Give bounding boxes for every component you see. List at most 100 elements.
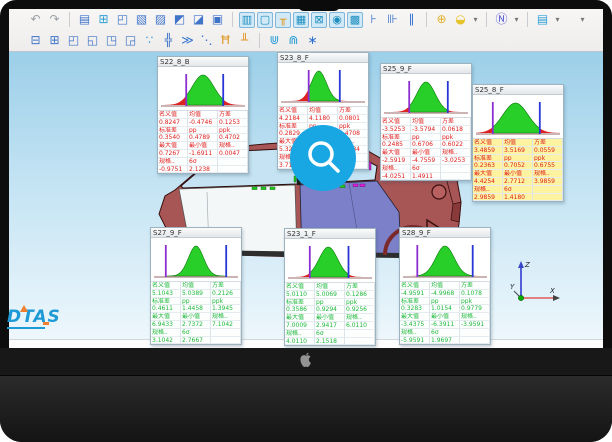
stats-cell: 6σ (315, 330, 345, 338)
edit-doc-icon[interactable]: ◩ (171, 11, 188, 28)
stats-row: -4.9591-4.99680.1078 (400, 290, 490, 298)
stats-cell: 规格.. (400, 329, 430, 337)
view-table-icon[interactable]: ╥ (275, 12, 291, 28)
stats-cell: 名义值 (278, 107, 308, 115)
stats-row: 规格..6σ (151, 329, 241, 337)
view-sphere-icon[interactable]: ◉ (329, 12, 345, 28)
measure-caliper-icon[interactable]: ⊦ (365, 11, 382, 28)
toolbar-separator (486, 12, 487, 27)
stats-cell: -3.0253 (441, 157, 471, 165)
stats-cell: 最大值 (285, 314, 315, 322)
stats-row: 2.98591.4180 (473, 194, 563, 202)
stats-cell: 0.4702 (218, 134, 248, 142)
stats-cell: 均值 (315, 283, 345, 291)
report-template-icon[interactable]: ▤ (534, 11, 551, 28)
callout-panel-S28_9_F[interactable]: S28_9_F名义值均值方差-4.9591-4.99680.1078标准差ppp… (399, 227, 491, 345)
assembly-table-add-icon[interactable]: ⊞ (46, 32, 63, 49)
stats-row: 0.8247-0.47460.1253 (158, 119, 248, 127)
view-viewport-icon[interactable]: ▢ (257, 12, 273, 28)
stats-cell: 均值 (308, 107, 338, 115)
node-star-icon[interactable]: ∗ (304, 32, 321, 49)
cube-pin-icon[interactable]: ◲ (122, 32, 139, 49)
locator-pins-icon[interactable]: ∵ (141, 32, 158, 49)
stats-cell: 方差 (441, 118, 471, 126)
stats-cell: 名义值 (285, 283, 315, 291)
panel-stats-table: 名义值均值方差5.01105.00690.1286标准差ppppk0.35860… (285, 283, 375, 345)
more-dropdown-icon[interactable]: ▾ (578, 11, 587, 28)
toolbar-separator (259, 33, 260, 48)
stats-cell: 名义值 (473, 139, 503, 147)
stats-cell: 1.9697 (430, 337, 460, 345)
height-dimension-icon[interactable]: Ħ (217, 32, 234, 49)
callout-panel-S27_9_F[interactable]: S27_9_F名义值均值方差5.10435.03890.2126标准差ppppk… (150, 227, 242, 345)
vector-segment-icon[interactable]: ⋱ (198, 32, 215, 49)
part-box-colored-icon[interactable]: ◱ (84, 32, 101, 49)
distribution-dropdown-icon[interactable]: ▾ (512, 11, 521, 28)
clamp-fixture-icon[interactable]: ╨ (236, 32, 253, 49)
measure-flag-icon[interactable]: ⊪ (384, 11, 401, 28)
stats-cell: 4.4254 (473, 178, 503, 186)
toolbar-separator (232, 12, 233, 27)
report-chart-icon[interactable]: ▧ (133, 11, 150, 28)
print-doc-icon[interactable]: ▣ (209, 11, 226, 28)
stats-cell: 方差 (345, 283, 375, 291)
viewport-canvas[interactable]: S22_8_B名义值均值方差0.8247-0.47460.1253标准差pppp… (9, 52, 603, 339)
stats-cell: 0.3540 (158, 134, 188, 142)
stats-cell: 0.6755 (533, 162, 563, 170)
stats-cell: 4.0110 (285, 338, 315, 346)
target-alignment-icon[interactable]: ⊕ (433, 11, 450, 28)
callout-panel-S22_8_B[interactable]: S22_8_B名义值均值方差0.8247-0.47460.1253标准差pppp… (157, 56, 249, 174)
dof-network-icon[interactable]: ╬ (160, 32, 177, 49)
stats-cell: 方差 (338, 107, 368, 115)
stats-cell: -4.7559 (411, 157, 441, 165)
stats-cell: -3.5794 (411, 126, 441, 134)
report-chart-alt-icon[interactable]: ▨ (152, 11, 169, 28)
normal-distribution-icon[interactable]: Ⓝ (493, 11, 510, 28)
stats-cell: 标准差 (400, 298, 430, 306)
callout-panel-S25_8_F[interactable]: S25_8_F名义值均值方差3.48593.51690.0559标准差ppppk… (472, 84, 564, 202)
stats-row: 5.01105.00690.1286 (285, 291, 375, 299)
part-box-icon[interactable]: ◰ (65, 32, 82, 49)
view-grid-icon[interactable]: ▩ (347, 12, 363, 28)
stats-cell (218, 166, 248, 174)
redo-icon[interactable]: ↷ (46, 11, 63, 28)
mirror-planes-icon[interactable]: ∥ (403, 11, 420, 28)
search-button[interactable] (290, 125, 356, 191)
export-doc-icon[interactable]: ▤ (76, 11, 93, 28)
logo-orange-tick (43, 322, 49, 325)
vector-arrow-icon[interactable]: ≫ (179, 32, 196, 49)
coordinate-triad: Z Y X (504, 257, 574, 317)
database-run-icon[interactable]: ⋒ (285, 32, 302, 49)
undo-icon[interactable]: ↶ (27, 11, 44, 28)
stats-cell: pp (181, 298, 211, 306)
stats-cell: 规格.. (345, 314, 375, 322)
open-doc-icon[interactable]: ◰ (114, 11, 131, 28)
target-dropdown-icon[interactable]: ▾ (471, 11, 480, 28)
main-toolbar: ↶↷▤⊞◰▧▨◩◪▣▥▢╥▦⊠◉▩⊦⊪∥⊕◒▾Ⓝ▾▤▾▾ ⊟⊞◰◱◳◲∵╬≫⋱Ħ… (9, 9, 603, 52)
panel-stats-table: 名义值均值方差5.10435.03890.2126标准差ppppk0.46111… (151, 282, 241, 344)
stats-row: 3.10422.7667 (151, 337, 241, 345)
stats-cell: -1.6911 (188, 150, 218, 158)
edit-doc-alt-icon[interactable]: ◪ (190, 11, 207, 28)
assembly-table-icon[interactable]: ⊟ (27, 32, 44, 49)
stats-row: 规格..6σ (158, 158, 248, 166)
monitor-chin (0, 348, 612, 442)
stats-cell: 最小值 (503, 170, 533, 178)
angle-measure-icon[interactable]: ◒ (452, 11, 469, 28)
database-sync-icon[interactable]: ⋓ (266, 32, 283, 49)
panel-title: S25_9_F (381, 64, 471, 74)
logo-orange-triangle (20, 305, 28, 312)
stats-cell: 规格.. (285, 330, 315, 338)
fixture-box-icon[interactable]: ◳ (103, 32, 120, 49)
callout-panel-S23_1_F[interactable]: S23_1_F名义值均值方差5.01105.00690.1286标准差ppppk… (284, 228, 376, 346)
stats-cell: ppk (345, 299, 375, 307)
callout-panel-S25_9_F[interactable]: S25_9_F名义值均值方差-3.5253-3.57940.0618标准差ppp… (380, 63, 472, 181)
stats-cell: 方差 (218, 111, 248, 119)
new-doc-icon[interactable]: ⊞ (95, 11, 112, 28)
report-dropdown-icon[interactable]: ▾ (553, 11, 562, 28)
view-section-icon[interactable]: ⊠ (311, 12, 327, 28)
view-columns-icon[interactable]: ▥ (239, 12, 255, 28)
stats-row: 名义值均值方差 (158, 111, 248, 119)
view-mesh-icon[interactable]: ▦ (293, 12, 309, 28)
monitor-stand (0, 375, 612, 442)
